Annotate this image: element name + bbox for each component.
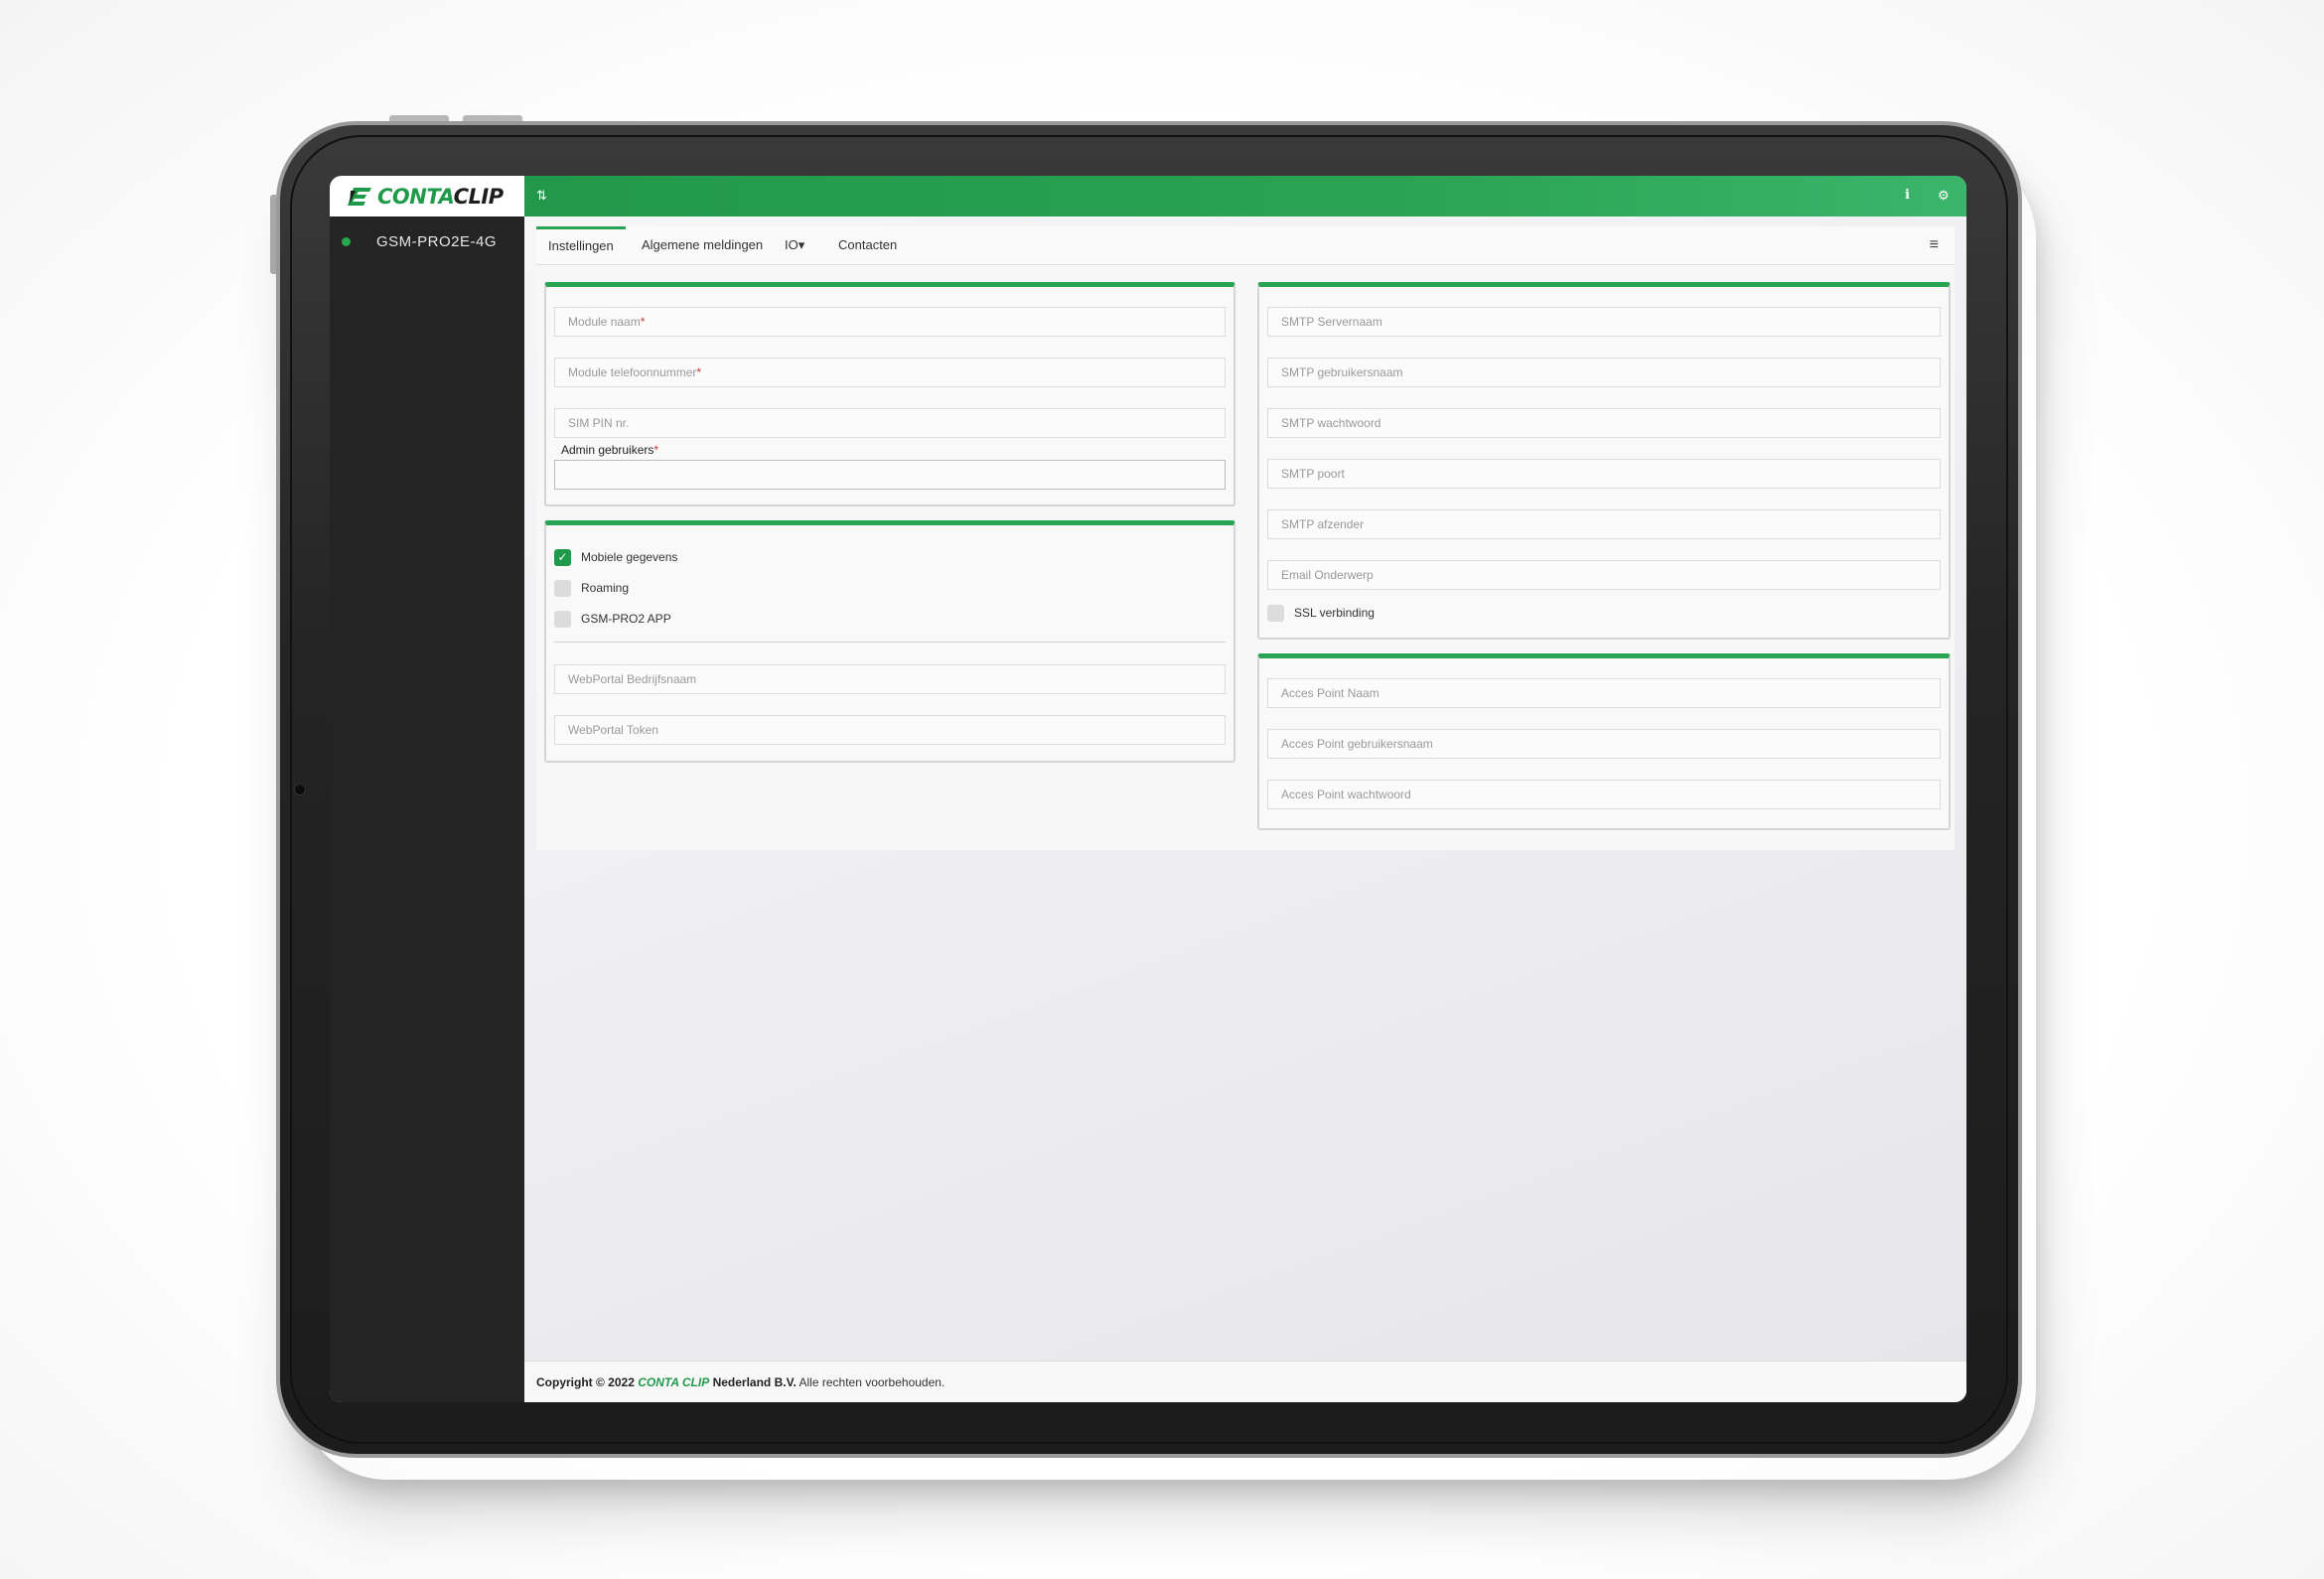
smtp-poort-input[interactable]: SMTP poort <box>1267 459 1941 489</box>
smtp-servernaam-placeholder: SMTP Servernaam <box>1281 315 1382 329</box>
smtp-gebruikersnaam-input[interactable]: SMTP gebruikersnaam <box>1267 358 1941 387</box>
connectivity-options-card: ✓ Mobiele gegevens Roaming GSM-PRO2 APP … <box>544 520 1235 763</box>
smtp-servernaam-input[interactable]: SMTP Servernaam <box>1267 307 1941 337</box>
tab-contacten[interactable]: Contacten <box>826 226 909 264</box>
mobiele-gegevens-checkbox[interactable]: ✓ Mobiele gegevens <box>554 547 677 567</box>
acces-point-naam-input[interactable]: Acces Point Naam <box>1267 678 1941 708</box>
checkbox-box[interactable] <box>1267 604 1284 622</box>
smtp-afzender-placeholder: SMTP afzender <box>1281 517 1365 531</box>
admin-gebruikers-label: Admin gebruikers* <box>561 443 658 457</box>
webportal-bedrijfsnaam-placeholder: WebPortal Bedrijfsnaam <box>568 672 697 686</box>
required-mark: * <box>640 315 646 329</box>
roaming-checkbox[interactable]: Roaming <box>554 578 629 598</box>
module-settings-card: Module naam* Module telefoonnummer* SIM … <box>544 282 1235 506</box>
tab-bar: Instellingen Algemene meldingen IO▾ Cont… <box>536 226 1955 265</box>
access-point-card: Acces Point Naam Acces Point gebruikersn… <box>1257 653 1951 830</box>
tab-algemene-meldingen[interactable]: Algemene meldingen <box>630 226 775 264</box>
required-mark: * <box>696 365 702 379</box>
roaming-label: Roaming <box>581 581 630 595</box>
module-telefoonnummer-input[interactable]: Module telefoonnummer* <box>554 358 1226 387</box>
ssl-verbinding-label: SSL verbinding <box>1294 606 1375 620</box>
main-content: Instellingen Algemene meldingen IO▾ Cont… <box>524 216 1966 1402</box>
gear-icon[interactable]: ⚙ <box>1938 188 1950 204</box>
module-naam-placeholder: Module naam <box>568 315 641 329</box>
acces-point-wachtwoord-input[interactable]: Acces Point wachtwoord <box>1267 780 1941 809</box>
logo-text-clip: CLIP <box>453 184 505 209</box>
checkbox-box[interactable] <box>554 610 571 628</box>
checkbox-box[interactable] <box>554 579 571 597</box>
webportal-token-placeholder: WebPortal Token <box>568 723 658 737</box>
webportal-bedrijfsnaam-input[interactable]: WebPortal Bedrijfsnaam <box>554 664 1226 694</box>
background: CONTACLIP GSM-PRO2E-4G ⇅ i ⚙ Instellinge… <box>0 0 2324 1579</box>
smtp-settings-card: SMTP Servernaam SMTP gebruikersnaam SMTP… <box>1257 282 1951 640</box>
rights-text: Alle rechten voorbehouden. <box>799 1375 945 1389</box>
tab-io[interactable]: IO▾ <box>773 226 816 264</box>
sim-pin-input[interactable]: SIM PIN nr. <box>554 408 1226 438</box>
camera-icon <box>294 784 306 795</box>
smtp-wachtwoord-input[interactable]: SMTP wachtwoord <box>1267 408 1941 438</box>
acces-point-gebruikersnaam-placeholder: Acces Point gebruikersnaam <box>1281 737 1433 751</box>
sync-icon[interactable]: ⇅ <box>536 188 547 204</box>
sidebar-item-device[interactable]: GSM-PRO2E-4G <box>330 227 524 255</box>
device-name: GSM-PRO2E-4G <box>376 232 498 250</box>
ssl-verbinding-checkbox[interactable]: SSL verbinding <box>1267 603 1375 623</box>
app-screen: CONTACLIP GSM-PRO2E-4G ⇅ i ⚙ Instellinge… <box>330 176 1966 1402</box>
copyright-text: Copyright © 2022 <box>536 1375 635 1389</box>
company-name: Nederland B.V. <box>712 1375 797 1389</box>
conta-clip-logo-icon <box>348 186 373 208</box>
smtp-afzender-input[interactable]: SMTP afzender <box>1267 509 1941 539</box>
logo[interactable]: CONTACLIP <box>330 176 524 216</box>
mobiele-gegevens-label: Mobiele gegevens <box>581 550 678 564</box>
checkmark-icon[interactable]: ✓ <box>554 548 571 566</box>
menu-icon[interactable]: ≡ <box>1930 236 1939 254</box>
acces-point-wachtwoord-placeholder: Acces Point wachtwoord <box>1281 788 1411 801</box>
online-status-icon <box>342 236 351 246</box>
module-naam-input[interactable]: Module naam* <box>554 307 1226 337</box>
app-checkbox[interactable]: GSM-PRO2 APP <box>554 609 671 629</box>
required-mark: * <box>654 443 659 457</box>
top-bar: ⇅ i ⚙ <box>524 176 1966 216</box>
acces-point-naam-placeholder: Acces Point Naam <box>1281 686 1380 700</box>
module-telefoonnummer-placeholder: Module telefoonnummer <box>568 365 697 379</box>
sim-pin-placeholder: SIM PIN nr. <box>568 416 630 430</box>
app-label: GSM-PRO2 APP <box>581 612 671 626</box>
tab-instellingen[interactable]: Instellingen <box>536 226 626 267</box>
smtp-gebruikersnaam-placeholder: SMTP gebruikersnaam <box>1281 365 1403 379</box>
email-onderwerp-placeholder: Email Onderwerp <box>1281 568 1374 582</box>
info-icon[interactable]: i <box>1905 188 1910 203</box>
smtp-wachtwoord-placeholder: SMTP wachtwoord <box>1281 416 1381 430</box>
admin-gebruikers-input[interactable] <box>554 460 1226 490</box>
divider <box>554 642 1226 643</box>
admin-label-text: Admin gebruikers <box>561 443 654 457</box>
footer: Copyright © 2022 CONTA CLIP Nederland B.… <box>524 1361 1966 1402</box>
settings-panel: Instellingen Algemene meldingen IO▾ Cont… <box>536 226 1955 850</box>
acces-point-gebruikersnaam-input[interactable]: Acces Point gebruikersnaam <box>1267 729 1941 759</box>
footer-brand: CONTA CLIP <box>638 1375 710 1389</box>
smtp-poort-placeholder: SMTP poort <box>1281 467 1345 481</box>
logo-text: CONTACLIP <box>377 185 504 209</box>
email-onderwerp-input[interactable]: Email Onderwerp <box>1267 560 1941 590</box>
sidebar: CONTACLIP GSM-PRO2E-4G <box>330 176 524 1402</box>
logo-text-conta: CONTA <box>377 184 454 209</box>
webportal-token-input[interactable]: WebPortal Token <box>554 715 1226 745</box>
